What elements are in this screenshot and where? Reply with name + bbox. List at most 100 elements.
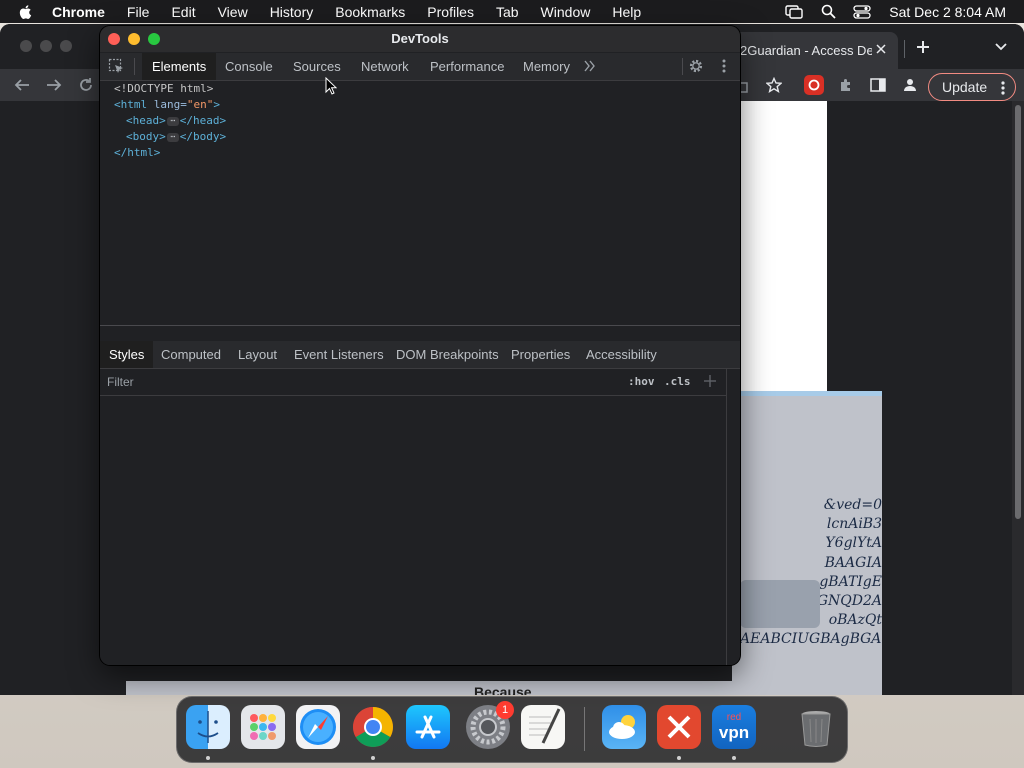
devtools-sidebar-tabs: Styles Computed Layout Event Listeners D… xyxy=(100,341,740,369)
dock-finder[interactable] xyxy=(186,705,230,749)
dock-app-store[interactable] xyxy=(406,705,450,749)
dock-safari[interactable] xyxy=(296,705,340,749)
settings-gear-icon[interactable] xyxy=(688,58,704,74)
dock: 1 red vpn xyxy=(176,696,848,763)
reload-icon[interactable] xyxy=(76,75,96,95)
running-indicator xyxy=(206,756,210,760)
menu-bookmarks[interactable]: Bookmarks xyxy=(335,4,405,20)
tab-accessibility[interactable]: Accessibility xyxy=(586,341,657,368)
head-close-tag: </head> xyxy=(179,114,227,127)
head-tag: <head> xyxy=(126,114,166,127)
tab-computed[interactable]: Computed xyxy=(161,341,221,368)
devtools-minimize-button[interactable] xyxy=(128,33,140,45)
dom-html-node[interactable]: <html lang="en"> xyxy=(114,97,220,113)
devtools-close-button[interactable] xyxy=(108,33,120,45)
devtools-menu-icon[interactable] xyxy=(718,58,730,74)
running-indicator xyxy=(732,756,736,760)
styles-pane-scrollbar[interactable] xyxy=(726,369,740,665)
menu-help[interactable]: Help xyxy=(612,4,641,20)
tab-elements[interactable]: Elements xyxy=(142,53,217,80)
chrome-menu-icon[interactable] xyxy=(1001,80,1005,96)
control-center-icon[interactable] xyxy=(853,4,871,20)
notification-badge: 1 xyxy=(496,701,514,719)
styles-filter-bar: Filter :hov .cls xyxy=(100,369,726,396)
tab-sources[interactable]: Sources xyxy=(293,53,341,80)
tab-layout[interactable]: Layout xyxy=(238,341,277,368)
page-scrollbar[interactable] xyxy=(1012,101,1024,695)
dom-html-close[interactable]: </html> xyxy=(114,145,160,161)
apple-menu-icon[interactable] xyxy=(18,4,34,20)
forward-arrow-icon[interactable] xyxy=(44,75,64,95)
new-tab-icon[interactable] xyxy=(914,38,932,56)
panel-split-divider[interactable] xyxy=(100,325,740,326)
menu-file[interactable]: File xyxy=(127,4,150,20)
tab-network[interactable]: Network xyxy=(361,53,409,80)
close-tab-icon[interactable] xyxy=(874,42,888,56)
profile-avatar-icon[interactable] xyxy=(900,75,920,95)
finder-icon xyxy=(197,711,219,743)
spotlight-search-icon[interactable] xyxy=(819,4,837,20)
bookmark-star-icon[interactable] xyxy=(764,75,784,95)
menu-edit[interactable]: Edit xyxy=(171,4,195,20)
menu-view[interactable]: View xyxy=(218,4,248,20)
tab-performance[interactable]: Performance xyxy=(430,53,504,80)
menu-bar-status: Sat Dec 2 8:04 AM xyxy=(769,0,1006,23)
html-lang-value: "en" xyxy=(186,98,214,111)
back-arrow-icon[interactable] xyxy=(12,75,32,95)
hov-toggle[interactable]: :hov xyxy=(628,375,655,388)
styles-filter-input[interactable]: Filter xyxy=(107,375,134,389)
extensions-puzzle-icon[interactable] xyxy=(836,75,856,95)
close-window-button[interactable] xyxy=(20,40,32,52)
menu-app-name[interactable]: Chrome xyxy=(52,4,105,20)
menu-bar-clock[interactable]: Sat Dec 2 8:04 AM xyxy=(889,4,1006,20)
menu-history[interactable]: History xyxy=(270,4,314,20)
dock-remote-desktop[interactable] xyxy=(657,705,701,749)
menu-tab[interactable]: Tab xyxy=(496,4,519,20)
body-collapsed-icon[interactable]: ⋯ xyxy=(166,132,179,142)
screen-mirroring-icon[interactable] xyxy=(785,4,803,20)
dom-head-node[interactable]: <head> ⋯ </head> xyxy=(126,113,226,129)
dock-textedit[interactable] xyxy=(521,705,565,749)
more-tabs-chevron-icon[interactable] xyxy=(583,58,597,74)
dom-tree: <!DOCTYPE html> <html lang="en"> <head> ⋯… xyxy=(100,81,740,325)
chrome-icon xyxy=(353,707,393,747)
tab-dom-breakpoints[interactable]: DOM Breakpoints xyxy=(396,341,499,368)
devtools-zoom-button[interactable] xyxy=(148,33,160,45)
weather-cloud-icon xyxy=(609,715,635,739)
devtools-window: DevTools Elements Console Sources Networ… xyxy=(100,26,740,665)
menu-profiles[interactable]: Profiles xyxy=(427,4,474,20)
tab-memory[interactable]: Memory xyxy=(523,53,570,80)
extension-red-icon[interactable] xyxy=(804,75,824,95)
trash-icon xyxy=(801,711,831,747)
browser-tab[interactable]: 2Guardian - Access De xyxy=(728,32,898,69)
tab-properties[interactable]: Properties xyxy=(511,341,570,368)
html-tag: <html xyxy=(114,98,148,111)
new-style-rule-icon[interactable] xyxy=(702,373,718,389)
page-button[interactable] xyxy=(740,580,820,628)
page-code-line: AEABCIUGBAgBGAc xyxy=(740,631,882,648)
page-code-line: Y6glYtA xyxy=(825,535,882,552)
page-text-because: Because xyxy=(474,684,532,695)
running-indicator xyxy=(371,756,375,760)
update-button[interactable]: Update xyxy=(928,73,1016,101)
dock-launchpad[interactable] xyxy=(241,705,285,749)
tab-search-chevron-icon[interactable] xyxy=(994,42,1008,52)
zoom-window-button[interactable] xyxy=(60,40,72,52)
dock-red-vpn[interactable]: red vpn xyxy=(712,705,756,749)
side-panel-icon[interactable] xyxy=(868,75,888,95)
head-collapsed-icon[interactable]: ⋯ xyxy=(166,116,179,126)
menu-window[interactable]: Window xyxy=(541,4,591,20)
tab-console[interactable]: Console xyxy=(225,53,273,80)
dom-doctype[interactable]: <!DOCTYPE html> xyxy=(114,81,213,97)
dock-weather[interactable] xyxy=(602,705,646,749)
minimize-window-button[interactable] xyxy=(40,40,52,52)
page-scrollbar-thumb[interactable] xyxy=(1015,105,1021,519)
dom-body-node[interactable]: <body> ⋯ </body> xyxy=(126,129,226,145)
cls-toggle[interactable]: .cls xyxy=(664,375,691,388)
dock-trash[interactable] xyxy=(794,705,838,749)
html-close-tag: </html> xyxy=(114,146,161,159)
tab-event-listeners[interactable]: Event Listeners xyxy=(294,341,384,368)
dock-chrome[interactable] xyxy=(351,705,395,749)
tab-styles[interactable]: Styles xyxy=(100,341,154,368)
inspect-element-icon[interactable] xyxy=(108,58,124,74)
